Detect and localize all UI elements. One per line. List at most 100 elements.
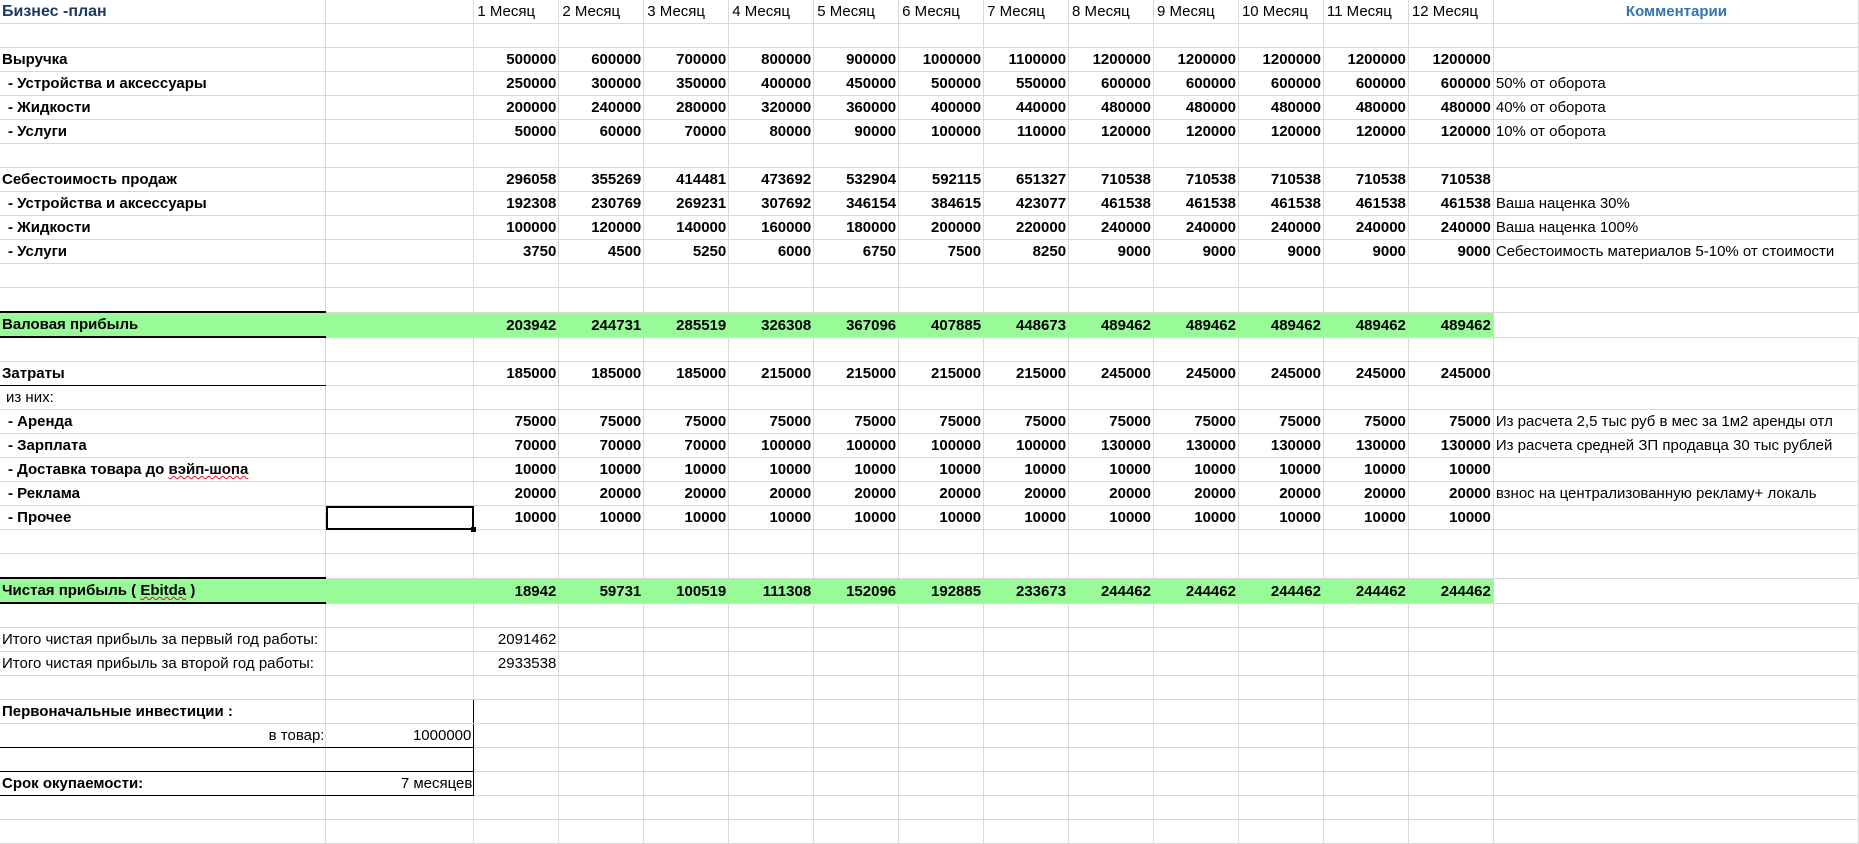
value-cell[interactable]: 710538: [1408, 167, 1494, 192]
comment-cell[interactable]: [1493, 578, 1859, 604]
value-cell[interactable]: 9000: [1153, 239, 1239, 264]
cell[interactable]: [1323, 651, 1409, 676]
cell[interactable]: [813, 287, 900, 313]
comment-cell[interactable]: 40% от оборота: [1493, 95, 1859, 120]
value-cell[interactable]: 10000: [1238, 505, 1324, 530]
cell[interactable]: [558, 795, 645, 820]
value-cell[interactable]: 75000: [813, 409, 900, 434]
cell[interactable]: [1408, 627, 1494, 652]
cell[interactable]: [558, 771, 645, 796]
row-label[interactable]: Выручка: [0, 47, 327, 72]
cell[interactable]: [1323, 337, 1409, 362]
cell[interactable]: [813, 819, 900, 844]
cell[interactable]: [0, 263, 327, 288]
cell[interactable]: [813, 143, 900, 168]
cell[interactable]: [983, 699, 1070, 724]
value-cell[interactable]: 448673: [983, 312, 1070, 338]
cell[interactable]: [325, 215, 475, 240]
row-label[interactable]: - Зарплата: [0, 433, 327, 458]
cell[interactable]: [728, 287, 815, 313]
cell[interactable]: [728, 699, 815, 724]
cell[interactable]: [1408, 795, 1494, 820]
value-cell[interactable]: 600000: [1323, 71, 1409, 96]
cell[interactable]: [1238, 263, 1324, 288]
value-cell[interactable]: 180000: [813, 215, 900, 240]
value-cell[interactable]: 75000: [1323, 409, 1409, 434]
value-cell[interactable]: 532904: [813, 167, 900, 192]
value-cell[interactable]: 60000: [558, 119, 645, 144]
value-cell[interactable]: 244462: [1068, 578, 1154, 604]
value-cell[interactable]: 110000: [983, 119, 1070, 144]
cell[interactable]: [1153, 143, 1239, 168]
value-cell[interactable]: 244462: [1238, 578, 1324, 604]
cell[interactable]: [473, 337, 560, 362]
cell[interactable]: [558, 747, 645, 772]
value-cell[interactable]: 6750: [813, 239, 900, 264]
value-cell[interactable]: 70000: [643, 119, 730, 144]
cell[interactable]: [1323, 143, 1409, 168]
value-cell[interactable]: 1200000: [1408, 47, 1494, 72]
cell[interactable]: [898, 287, 985, 313]
cell[interactable]: [898, 603, 985, 628]
value-cell[interactable]: 215000: [983, 361, 1070, 386]
investment-goods-label[interactable]: в товар:: [0, 723, 327, 748]
cell[interactable]: [558, 287, 645, 313]
month-header[interactable]: 6 Месяц: [898, 0, 985, 24]
value-cell[interactable]: 20000: [473, 481, 560, 506]
cell[interactable]: [0, 529, 327, 554]
fill-handle[interactable]: [470, 526, 476, 532]
value-cell[interactable]: 120000: [1153, 119, 1239, 144]
cell[interactable]: [898, 553, 985, 579]
cell[interactable]: [473, 143, 560, 168]
value-cell[interactable]: 130000: [1068, 433, 1154, 458]
cell[interactable]: [983, 675, 1070, 700]
row-label[interactable]: - Услуги: [0, 119, 327, 144]
value-cell[interactable]: 3750: [473, 239, 560, 264]
cell[interactable]: [1408, 529, 1494, 554]
cell[interactable]: [558, 337, 645, 362]
row-label[interactable]: - Доставка товара до вэйп-шопа: [0, 457, 327, 482]
row-label[interactable]: - Аренда: [0, 409, 327, 434]
cell[interactable]: [473, 603, 560, 628]
value-cell[interactable]: 220000: [983, 215, 1070, 240]
cell[interactable]: [643, 819, 730, 844]
value-cell[interactable]: 600000: [1408, 71, 1494, 96]
cell[interactable]: [1153, 795, 1239, 820]
cell[interactable]: [325, 0, 475, 24]
value-cell[interactable]: 120000: [558, 215, 645, 240]
row-label[interactable]: - Услуги: [0, 239, 327, 264]
value-cell[interactable]: 10000: [898, 505, 985, 530]
value-cell[interactable]: 5250: [643, 239, 730, 264]
cell[interactable]: [325, 47, 475, 72]
value-cell[interactable]: 20000: [983, 481, 1070, 506]
month-header[interactable]: 2 Месяц: [558, 0, 645, 24]
cell[interactable]: [1493, 337, 1859, 362]
cell[interactable]: [1238, 553, 1324, 579]
value-cell[interactable]: 300000: [558, 71, 645, 96]
cell[interactable]: [325, 143, 475, 168]
row-label[interactable]: из них:: [0, 385, 327, 410]
month-header[interactable]: 10 Месяц: [1238, 0, 1324, 24]
cell[interactable]: [0, 337, 327, 362]
cell[interactable]: [983, 287, 1070, 313]
value-cell[interactable]: 80000: [728, 119, 815, 144]
cell[interactable]: [898, 675, 985, 700]
value-cell[interactable]: 9000: [1238, 239, 1324, 264]
cell[interactable]: [983, 747, 1070, 772]
cell[interactable]: [1493, 651, 1859, 676]
cell[interactable]: [1323, 263, 1409, 288]
cell[interactable]: [983, 627, 1070, 652]
comment-cell[interactable]: взнос на централизованную рекламу+ локал…: [1493, 481, 1859, 506]
value-cell[interactable]: 461538: [1238, 191, 1324, 216]
cell[interactable]: [558, 651, 645, 676]
value-cell[interactable]: 100000: [728, 433, 815, 458]
cell[interactable]: [813, 795, 900, 820]
value-cell[interactable]: 200000: [898, 215, 985, 240]
row-label[interactable]: - Устройства и аксессуары: [0, 191, 327, 216]
cell[interactable]: [325, 191, 475, 216]
cell[interactable]: [325, 529, 475, 554]
value-cell[interactable]: 480000: [1238, 95, 1324, 120]
cell[interactable]: [325, 167, 475, 192]
month-header[interactable]: 11 Месяц: [1323, 0, 1409, 24]
value-cell[interactable]: 10000: [473, 505, 560, 530]
